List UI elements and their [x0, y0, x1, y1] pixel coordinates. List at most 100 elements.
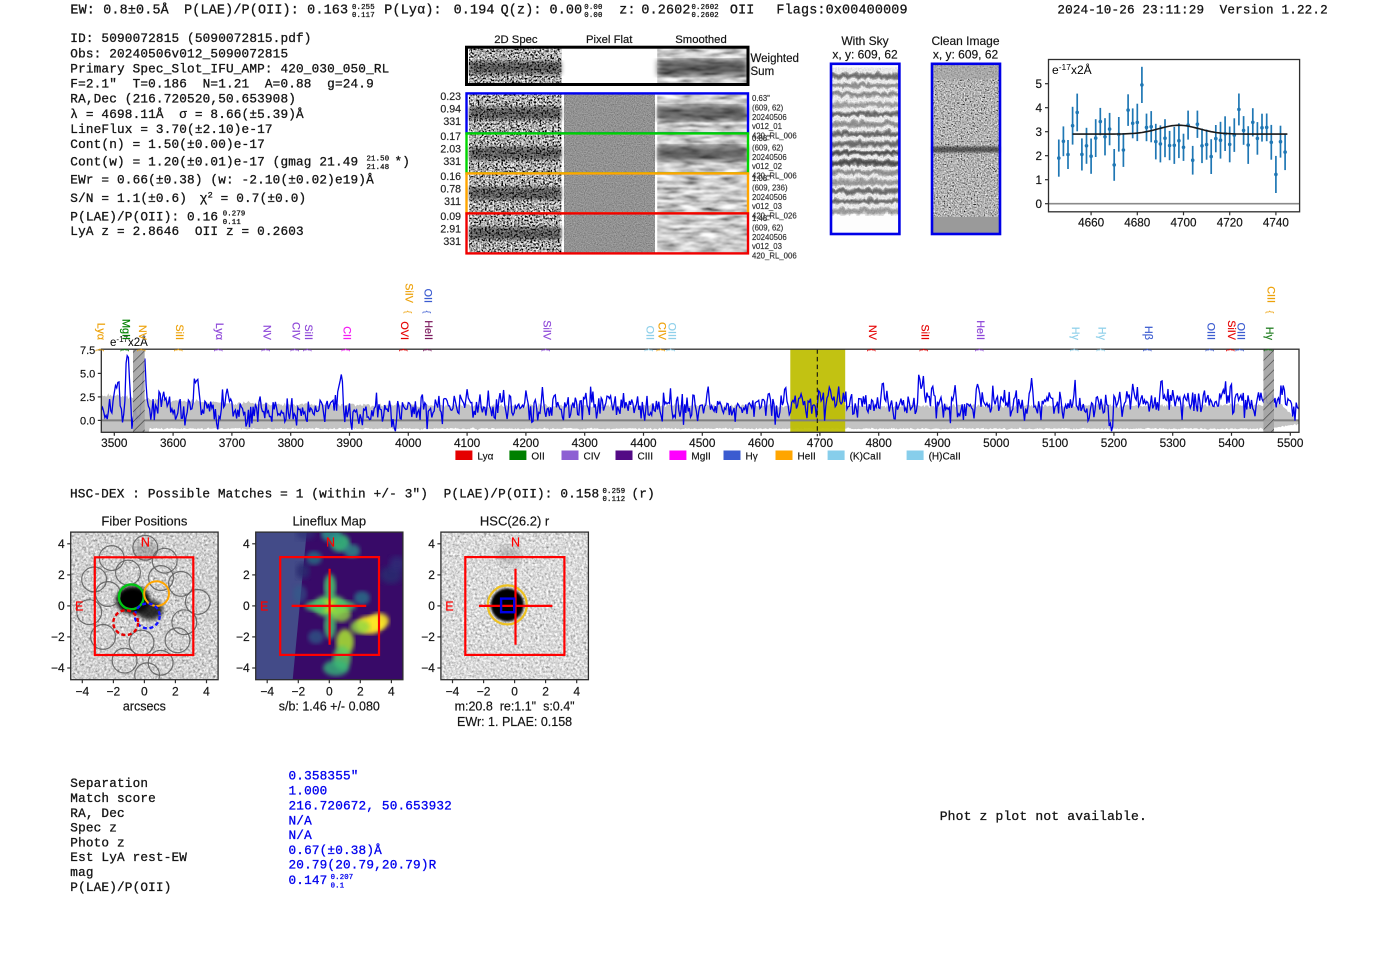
svg-text:{: {	[1236, 348, 1246, 351]
svg-text:3800: 3800	[278, 436, 305, 450]
svg-text:Smoothed: Smoothed	[675, 34, 727, 46]
svg-text:4660: 4660	[1078, 217, 1105, 230]
svg-text:(609, 62): (609, 62)	[752, 103, 784, 112]
svg-text:{: {	[1143, 348, 1153, 351]
svg-text:1: 1	[1035, 174, 1042, 187]
svg-text:0.00: 0.00	[550, 3, 583, 18]
svg-text:N/A: N/A	[289, 813, 313, 828]
svg-text:N: N	[511, 536, 520, 550]
svg-text:N/A: N/A	[289, 828, 313, 843]
svg-text:NV: NV	[866, 325, 878, 341]
svg-text:0.2602: 0.2602	[692, 12, 719, 20]
svg-text:EWr = 0.66(±0.38) (w: -2.10(±0: EWr = 0.66(±0.38) (w: -2.10(±0.02)e19)Å	[70, 172, 374, 187]
svg-text:4720: 4720	[1217, 217, 1244, 230]
svg-text:Weighted: Weighted	[751, 53, 799, 65]
svg-text:v012_01: v012_01	[752, 122, 782, 131]
svg-text:Pixel Flat: Pixel Flat	[586, 34, 633, 46]
svg-text:0.88": 0.88"	[752, 134, 770, 143]
svg-text:0: 0	[243, 599, 250, 613]
svg-text:{: {	[1206, 348, 1216, 351]
svg-text:OII: OII	[531, 451, 544, 462]
svg-text:Est LyA rest-EW: Est LyA rest-EW	[70, 850, 187, 865]
svg-text:(H)CaII: (H)CaII	[929, 451, 961, 462]
svg-text:3600: 3600	[160, 436, 187, 450]
svg-text:2: 2	[542, 685, 549, 699]
svg-text:P(LAE)/P(OII): P(LAE)/P(OII)	[70, 880, 171, 895]
svg-text:0: 0	[326, 685, 333, 699]
svg-text:Fiber Positions: Fiber Positions	[101, 513, 187, 528]
svg-text:(609, 62): (609, 62)	[752, 143, 784, 152]
svg-text:{: {	[1096, 348, 1106, 351]
svg-text:2: 2	[1035, 150, 1042, 163]
svg-text:331: 331	[443, 116, 461, 128]
svg-text:Hγ: Hγ	[746, 451, 758, 462]
svg-text:E: E	[445, 600, 453, 614]
svg-text:{: {	[1266, 310, 1276, 313]
svg-text:1.08": 1.08"	[752, 174, 770, 183]
svg-text:5100: 5100	[1042, 436, 1069, 450]
svg-text:4: 4	[573, 685, 580, 699]
svg-text:CII: CII	[340, 326, 352, 340]
svg-text:SiIV: SiIV	[403, 283, 415, 304]
svg-text:216.720672, 50.653932: 216.720672, 50.653932	[289, 798, 452, 813]
svg-text:2: 2	[58, 568, 65, 582]
svg-text:{: {	[1226, 348, 1236, 351]
svg-text:20240506: 20240506	[752, 233, 787, 242]
svg-text:Primary Spec_Slot_IFU_AMP: 420: Primary Spec_Slot_IFU_AMP: 420_030_050_R…	[70, 62, 389, 77]
svg-text:4: 4	[1035, 102, 1042, 115]
svg-text:2D Spec: 2D Spec	[494, 34, 538, 46]
svg-text:0.2602: 0.2602	[641, 3, 690, 18]
svg-text:NV: NV	[260, 325, 272, 341]
svg-text:Obs: 20240506v012_5090072815: Obs: 20240506v012_5090072815	[70, 46, 288, 61]
svg-text:0.259: 0.259	[603, 488, 626, 496]
svg-text:−2: −2	[236, 630, 250, 644]
svg-text:0: 0	[141, 685, 148, 699]
svg-text:{: {	[644, 348, 654, 351]
svg-text:0.00: 0.00	[584, 12, 602, 20]
svg-text:5: 5	[1035, 78, 1042, 91]
svg-text:S/N = 1.1(±0.6): S/N = 1.1(±0.6)	[70, 191, 187, 206]
svg-text:m:20.8 re:1.1" s:0.4": m:20.8 re:1.1" s:0.4"	[455, 700, 575, 714]
svg-text:HeII: HeII	[974, 320, 986, 340]
svg-text:4100: 4100	[454, 436, 481, 450]
svg-text:χ2 = 0.7(±0.0): χ2 = 0.7(±0.0)	[200, 190, 306, 206]
svg-text:CIV: CIV	[584, 451, 601, 462]
svg-text:−2: −2	[477, 685, 491, 699]
svg-text:P(LAE)/P(OII): 0.158: P(LAE)/P(OII): 0.158	[444, 487, 600, 502]
svg-text:0: 0	[428, 599, 435, 613]
svg-text:{: {	[656, 348, 666, 351]
svg-text:x, y: 609, 62: x, y: 609, 62	[832, 48, 898, 62]
svg-text:s/b: 1.46 +/- 0.080: s/b: 1.46 +/- 0.080	[279, 700, 380, 714]
svg-text:4500: 4500	[689, 436, 716, 450]
svg-text:3500: 3500	[101, 436, 128, 450]
svg-text:0: 0	[1035, 198, 1042, 211]
svg-text:0: 0	[511, 685, 518, 699]
svg-text:HSC(26.2) r: HSC(26.2) r	[480, 513, 550, 528]
svg-text:EWr: 1. PLAE: 0.158: EWr: 1. PLAE: 0.158	[457, 715, 572, 729]
svg-text:{: {	[399, 348, 409, 351]
svg-text:OII: OII	[422, 289, 434, 303]
svg-text:331: 331	[443, 156, 461, 168]
svg-text:4000: 4000	[395, 436, 422, 450]
svg-text:{: {	[423, 310, 433, 313]
svg-text:1.000: 1.000	[289, 784, 328, 799]
svg-text:21.50: 21.50	[367, 156, 390, 164]
svg-text:0.112: 0.112	[603, 496, 626, 504]
svg-text:5200: 5200	[1101, 436, 1128, 450]
svg-text:2: 2	[428, 568, 435, 582]
svg-text:4900: 4900	[924, 436, 951, 450]
svg-text:e-17x2Å: e-17x2Å	[1052, 62, 1092, 77]
svg-text:With Sky: With Sky	[841, 34, 888, 48]
svg-text:4: 4	[388, 685, 395, 699]
svg-text:*): *)	[395, 154, 411, 169]
svg-text:4: 4	[203, 685, 210, 699]
svg-text:0.63": 0.63"	[752, 94, 770, 103]
svg-text:RA,Dec (216.720520,50.653908): RA,Dec (216.720520,50.653908)	[70, 92, 296, 107]
svg-text:2: 2	[357, 685, 364, 699]
svg-text:5400: 5400	[1218, 436, 1245, 450]
svg-text:HeII: HeII	[798, 451, 816, 462]
svg-text:5.0: 5.0	[80, 368, 95, 380]
svg-text:{: {	[121, 348, 131, 351]
svg-text:OII: OII	[730, 3, 755, 18]
svg-text:Lineflux Map: Lineflux Map	[292, 513, 366, 528]
